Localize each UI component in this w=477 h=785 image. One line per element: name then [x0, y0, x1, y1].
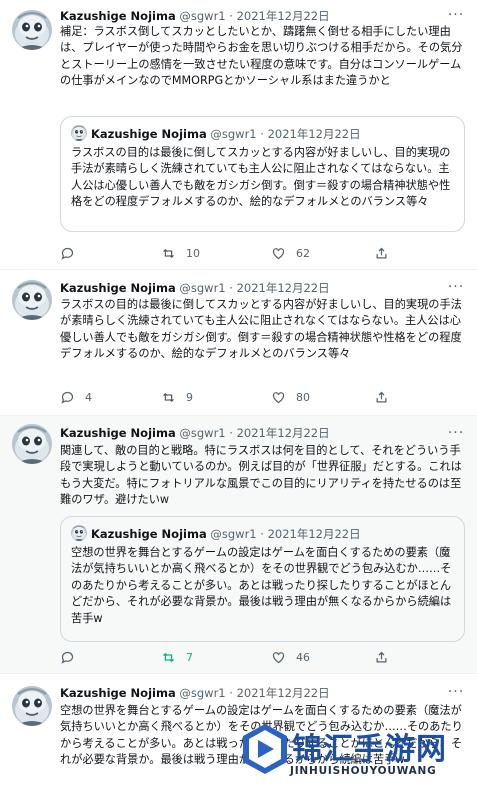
separator: ·	[260, 527, 264, 541]
tweet-text: 補足：ラスボス倒してスカッとしたいとか、躊躇無く倒せる相手にしたい理由は、プレイ…	[60, 25, 463, 88]
tweet-date: 2021年12月22日	[267, 527, 361, 541]
author-name[interactable]: Kazushige Nojima	[60, 426, 176, 440]
tweet-text: ラスボスの目的は最後に倒してスカッとする内容が好ましいし、目的実現の手法が素晴ら…	[60, 298, 462, 361]
separator: ·	[229, 686, 233, 700]
like-button[interactable]: 62	[271, 244, 310, 262]
quoted-tweet[interactable]: Kazushige Nojima @sgwr1 · 2021年12月22日 ラス…	[60, 116, 465, 232]
author-name: Kazushige Nojima	[91, 127, 207, 141]
retweet-count: 10	[186, 246, 200, 260]
tweet[interactable]: Kazushige Nojima @sgwr1 · 2021年12月22日 ··…	[0, 416, 477, 674]
tweet[interactable]: Kazushige Nojima @sgwr1 · 2021年12月22日 ··…	[0, 270, 477, 416]
author-handle: @sgwr1	[210, 127, 257, 141]
share-icon	[376, 391, 387, 402]
retweet-button[interactable]: 9	[161, 388, 193, 406]
reply-button[interactable]	[60, 244, 85, 262]
reply-button[interactable]: 4	[60, 388, 92, 406]
tweet-date[interactable]: 2021年12月22日	[237, 686, 330, 700]
avatar[interactable]	[12, 424, 52, 464]
tweet-date: 2021年12月22日	[267, 127, 361, 141]
watermark-logo	[243, 724, 287, 774]
retweet-button[interactable]: 7	[161, 648, 193, 666]
author-handle[interactable]: @sgwr1	[179, 426, 225, 440]
retweet-count: 7	[186, 650, 193, 664]
watermark: 锦汇手游网 JINHUISHOUYOUWANG	[240, 718, 477, 785]
author-name[interactable]: Kazushige Nojima	[60, 686, 176, 700]
tweet-actions: 7 46	[60, 648, 460, 666]
avatar[interactable]	[12, 280, 52, 320]
separator: ·	[229, 281, 233, 295]
share-icon	[376, 247, 387, 258]
tweet-date[interactable]: 2021年12月22日	[237, 426, 330, 440]
quote-header: Kazushige Nojima @sgwr1 · 2021年12月22日	[71, 125, 361, 143]
like-count: 62	[296, 246, 310, 260]
more-icon[interactable]: ···	[447, 8, 465, 24]
share-button[interactable]	[374, 388, 399, 406]
author-handle[interactable]: @sgwr1	[179, 686, 225, 700]
watermark-subtitle: JINHUISHOUYOUWANG	[290, 765, 437, 777]
retweet-icon	[163, 652, 174, 662]
tweet-text: 関連して、敵の目的と戦略。特にラスボスは何を目的として、それをどういう手段で実現…	[60, 444, 462, 507]
share-button[interactable]	[374, 244, 399, 262]
share-icon	[376, 651, 387, 662]
quote-text: 空想の世界を舞台とするゲームの設定はゲームを面白くするための要素（魔法が気持ちい…	[71, 546, 452, 625]
avatar[interactable]	[12, 10, 52, 50]
like-icon	[272, 391, 285, 403]
reply-button[interactable]	[60, 648, 85, 666]
tweet-header: Kazushige Nojima @sgwr1 · 2021年12月22日	[60, 425, 465, 443]
tweet-actions: 10 62	[60, 244, 460, 262]
more-icon[interactable]: ···	[447, 426, 465, 442]
retweet-icon	[163, 248, 174, 258]
separator: ·	[260, 127, 264, 141]
quote-text: ラスボスの目的は最後に倒してスカッとする内容が好ましいし、目的実現の手法が素晴ら…	[71, 146, 451, 209]
author-name[interactable]: Kazushige Nojima	[60, 9, 176, 23]
tweet-date[interactable]: 2021年12月22日	[237, 9, 330, 23]
watermark-title: 锦汇手游网	[292, 732, 447, 767]
like-icon	[272, 247, 285, 259]
separator: ·	[229, 426, 233, 440]
like-count: 46	[296, 650, 310, 664]
more-icon[interactable]: ···	[447, 280, 465, 296]
tweet-header: Kazushige Nojima @sgwr1 · 2021年12月22日	[60, 685, 465, 703]
quote-header: Kazushige Nojima @sgwr1 · 2021年12月22日	[71, 525, 361, 543]
reply-icon	[61, 391, 74, 404]
author-handle[interactable]: @sgwr1	[179, 9, 225, 23]
reply-icon	[61, 247, 74, 260]
retweet-button[interactable]: 10	[161, 244, 200, 262]
more-icon[interactable]: ···	[447, 685, 465, 701]
retweet-count: 9	[186, 390, 193, 404]
avatar[interactable]	[12, 686, 52, 726]
author-handle: @sgwr1	[210, 527, 257, 541]
avatar	[71, 125, 87, 141]
separator: ·	[229, 9, 233, 23]
author-name[interactable]: Kazushige Nojima	[60, 281, 176, 295]
author-name: Kazushige Nojima	[91, 527, 207, 541]
share-button[interactable]	[374, 648, 399, 666]
quoted-tweet[interactable]: Kazushige Nojima @sgwr1 · 2021年12月22日 空想…	[60, 516, 465, 642]
like-count: 80	[296, 390, 310, 404]
reply-count: 4	[85, 390, 92, 404]
author-handle[interactable]: @sgwr1	[179, 281, 225, 295]
like-button[interactable]: 46	[271, 648, 310, 666]
tweet-header: Kazushige Nojima @sgwr1 · 2021年12月22日	[60, 280, 465, 298]
avatar	[71, 525, 87, 541]
tweet-date[interactable]: 2021年12月22日	[237, 281, 330, 295]
like-button[interactable]: 80	[271, 388, 310, 406]
tweet-actions: 4 9 80	[60, 388, 460, 406]
like-icon	[272, 651, 285, 663]
retweet-icon	[163, 392, 174, 402]
reply-icon	[61, 651, 74, 664]
tweet[interactable]: Kazushige Nojima @sgwr1 · 2021年12月22日 ··…	[0, 0, 477, 270]
